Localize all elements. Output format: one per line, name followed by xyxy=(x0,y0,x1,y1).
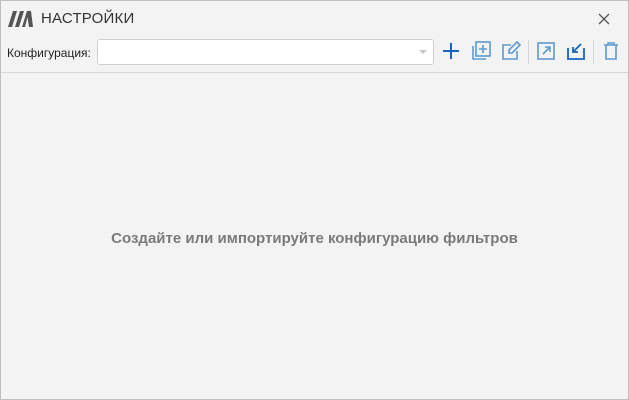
title-bar: НАСТРОЙКИ xyxy=(1,1,628,35)
chevron-down-icon xyxy=(419,50,427,54)
import-icon[interactable] xyxy=(565,40,587,62)
logo-icon xyxy=(8,11,33,27)
edit-icon[interactable] xyxy=(500,40,522,62)
empty-state-message: Создайте или импортируйте конфигурацию ф… xyxy=(111,230,518,247)
config-select[interactable] xyxy=(97,39,434,65)
toolbar-separator xyxy=(593,40,594,64)
toolbar-divider xyxy=(1,72,628,73)
toolbar: Конфигурация: xyxy=(1,35,628,71)
config-label: Конфигурация: xyxy=(7,46,91,60)
export-icon[interactable] xyxy=(535,40,557,62)
add-icon[interactable] xyxy=(440,40,462,62)
toolbar-separator xyxy=(528,40,529,64)
window-title: НАСТРОЙКИ xyxy=(41,10,135,27)
settings-window: НАСТРОЙКИ Конфигурация: Создайте или имп… xyxy=(0,0,629,400)
duplicate-icon[interactable] xyxy=(470,40,492,62)
delete-icon[interactable] xyxy=(600,40,622,62)
close-icon[interactable] xyxy=(595,10,613,28)
